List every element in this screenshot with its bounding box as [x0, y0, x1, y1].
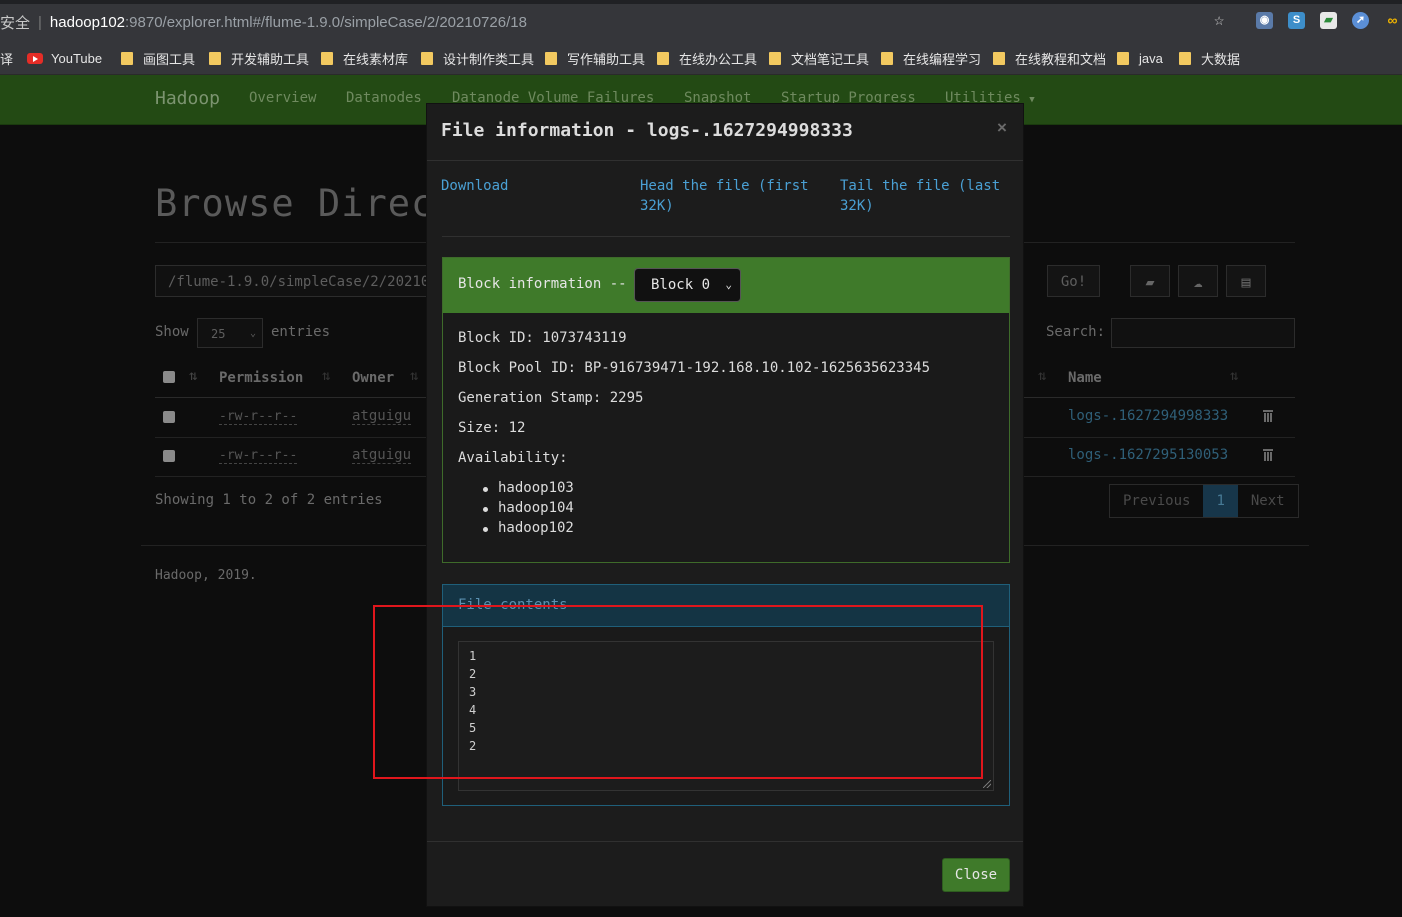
previous-button[interactable]: Previous	[1110, 485, 1203, 517]
bookmark-folder[interactable]: 在线教程和文档	[993, 42, 1106, 74]
map-icon[interactable]: ▰	[1320, 12, 1337, 29]
bookmark-folder[interactable]: 在线编程学习	[881, 42, 981, 74]
head-file-link[interactable]: Head the file (first 32K)	[640, 176, 809, 216]
bookmark-star-icon[interactable]: ☆	[1214, 10, 1224, 30]
block-id: Block ID: 1073743119	[458, 330, 627, 346]
bookmark-folder[interactable]: 文档笔记工具	[769, 42, 869, 74]
bookmark-folder[interactable]: 设计制作类工具	[421, 42, 534, 74]
security-label[interactable]: 安全	[0, 12, 30, 33]
row-permission[interactable]: -rw-r--r--	[219, 448, 298, 464]
availability-label: Availability:	[458, 450, 568, 466]
directory-path-input[interactable]: /flume-1.9.0/simpleCase/2/20210726/18	[155, 265, 435, 297]
caret-down-icon: ▼	[1029, 95, 1035, 105]
sort-icon[interactable]: ⇅	[189, 368, 197, 384]
search-input[interactable]	[1111, 318, 1295, 348]
block-pool-id: Block Pool ID: BP-916739471-192.168.10.1…	[458, 360, 931, 376]
row-file-link[interactable]: logs-.1627294998333	[1068, 408, 1228, 424]
show-label: Show	[155, 324, 189, 340]
close-button[interactable]: Close	[942, 858, 1010, 892]
annotation-highlight-box	[373, 605, 983, 779]
bookmark-folder[interactable]: 开发辅助工具	[209, 42, 309, 74]
s-icon[interactable]: S	[1288, 12, 1305, 29]
bookmark-item[interactable]: 译	[0, 42, 13, 74]
trash-icon[interactable]	[1262, 410, 1274, 422]
footer: Hadoop, 2019.	[155, 568, 257, 583]
folder-open-icon[interactable]: ▰	[1130, 265, 1170, 297]
availability-host: hadoop102	[483, 520, 574, 536]
browser-toolbar: 安全 | hadoop102 :9870/explorer.html#/flum…	[0, 0, 1402, 42]
block-select[interactable]: Block 0 ⌄	[634, 268, 741, 302]
block-information-panel: Block information -- Block 0 ⌄ Block ID:…	[442, 257, 1010, 563]
file-information-modal: File information - logs-.1627294998333 ×…	[426, 103, 1024, 907]
row-permission[interactable]: -rw-r--r--	[219, 409, 298, 425]
modal-title: File information - logs-.1627294998333	[441, 120, 853, 141]
availability-host: hadoop103	[483, 480, 574, 496]
sort-icon[interactable]: ⇅	[322, 368, 330, 384]
chevron-down-icon: ⌄	[725, 278, 732, 291]
block-info-label: Block information --	[458, 276, 627, 292]
table-info: Showing 1 to 2 of 2 entries	[155, 492, 383, 508]
next-button[interactable]: Next	[1238, 485, 1298, 517]
chevron-down-icon: ⌄	[249, 328, 256, 339]
folder-icon	[769, 51, 781, 65]
folder-icon	[1179, 51, 1191, 65]
entries-label: entries	[271, 324, 331, 340]
entries-per-page-select[interactable]: 25 ⌄	[197, 318, 263, 348]
close-icon[interactable]: ×	[997, 118, 1007, 138]
row-owner[interactable]: atguigu	[352, 447, 412, 464]
bookmark-folder[interactable]: java	[1117, 42, 1163, 74]
url-host[interactable]: hadoop102	[50, 14, 125, 31]
url-path[interactable]: :9870/explorer.html#/flume-1.9.0/simpleC…	[125, 14, 527, 31]
bookmark-folder[interactable]: 画图工具	[121, 42, 195, 74]
folder-icon	[1117, 51, 1129, 65]
generation-stamp: Generation Stamp: 2295	[458, 390, 644, 406]
sort-icon[interactable]: ⇅	[1230, 368, 1238, 384]
infinity-icon[interactable]: ∞	[1384, 12, 1401, 29]
column-owner[interactable]: Owner	[352, 370, 394, 386]
bookmark-folder[interactable]: 写作辅助工具	[545, 42, 645, 74]
bookmark-folder[interactable]: 在线办公工具	[657, 42, 757, 74]
go-button[interactable]: Go!	[1047, 265, 1100, 297]
select-all-checkbox[interactable]	[163, 371, 175, 383]
brand[interactable]: Hadoop	[155, 88, 220, 109]
trash-icon[interactable]	[1262, 449, 1274, 461]
address-bar[interactable]: 安全 | hadoop102 :9870/explorer.html#/flum…	[0, 8, 527, 36]
upload-icon[interactable]: ☁	[1178, 265, 1218, 297]
page-1-button[interactable]: 1	[1203, 485, 1238, 517]
download-link[interactable]: Download	[441, 176, 508, 196]
resize-grip-icon[interactable]	[983, 780, 991, 788]
nav-overview[interactable]: Overview	[249, 90, 316, 106]
search-label: Search:	[1046, 324, 1106, 340]
folder-icon	[321, 51, 333, 65]
pagination: Previous 1 Next	[1109, 484, 1299, 518]
folder-icon	[421, 51, 433, 65]
compass-icon[interactable]: ➚	[1352, 12, 1369, 29]
row-checkbox[interactable]	[163, 450, 175, 462]
youtube-icon	[27, 52, 43, 64]
bookmarks-bar: 译 YouTube 画图工具 开发辅助工具 在线素材库 设计制作类工具 写作辅助…	[0, 42, 1402, 75]
bookmark-item-youtube[interactable]: YouTube	[27, 42, 102, 74]
tail-file-link[interactable]: Tail the file (last 32K)	[840, 176, 1000, 216]
folder-icon	[209, 51, 221, 65]
nav-datanodes[interactable]: Datanodes	[346, 90, 422, 106]
row-file-link[interactable]: logs-.1627295130053	[1068, 447, 1228, 463]
folder-icon	[545, 51, 557, 65]
sort-icon[interactable]: ⇅	[410, 368, 418, 384]
row-owner[interactable]: atguigu	[352, 408, 412, 425]
column-name[interactable]: Name	[1068, 370, 1102, 386]
row-checkbox[interactable]	[163, 411, 175, 423]
shield-icon[interactable]: ◉	[1256, 12, 1273, 29]
folder-icon	[657, 51, 669, 65]
block-panel-header: Block information -- Block 0 ⌄	[443, 258, 1009, 313]
block-size: Size: 12	[458, 420, 526, 436]
column-permission[interactable]: Permission	[219, 370, 303, 386]
folder-icon	[121, 51, 133, 65]
sort-icon[interactable]: ⇅	[1038, 368, 1046, 384]
bookmark-folder[interactable]: 大数据	[1179, 42, 1240, 74]
folder-icon	[881, 51, 893, 65]
bookmark-folder[interactable]: 在线素材库	[321, 42, 408, 74]
availability-host: hadoop104	[483, 500, 574, 516]
folder-icon	[993, 51, 1005, 65]
list-icon[interactable]: ▤	[1226, 265, 1266, 297]
